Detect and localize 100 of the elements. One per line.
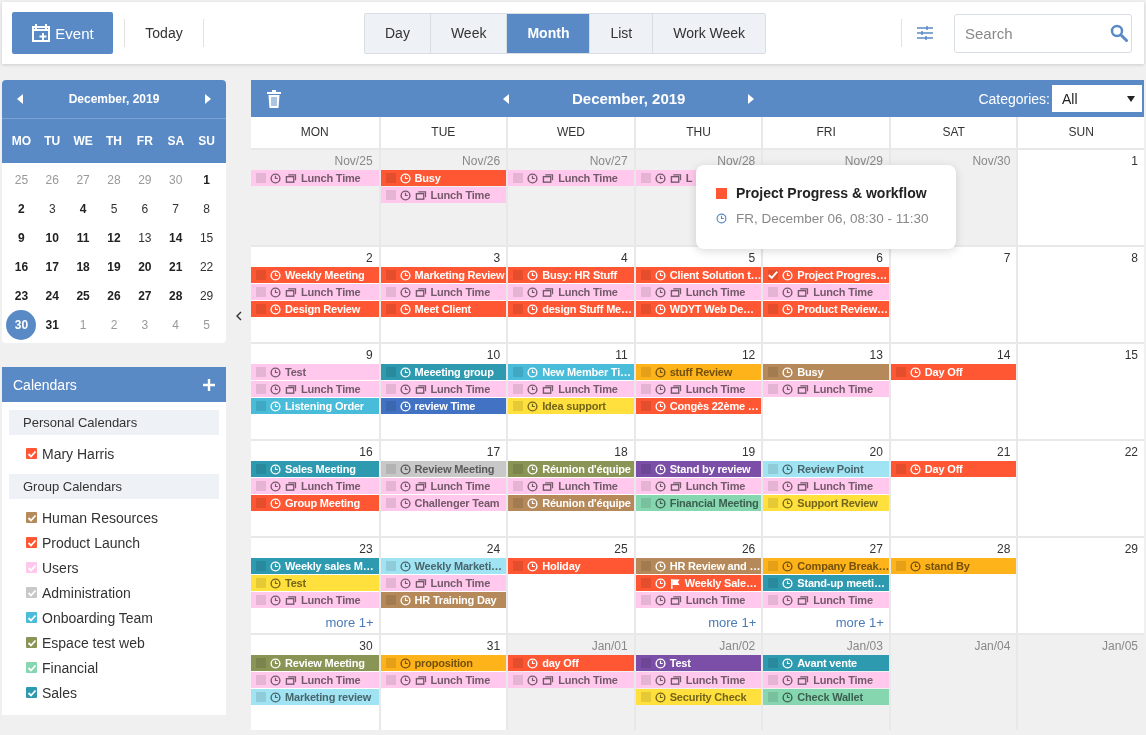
event-bar[interactable]: Stand by review	[635, 461, 762, 477]
day-number[interactable]: 30	[6, 309, 37, 340]
day-number[interactable]: 16	[6, 251, 37, 282]
event-bar[interactable]: Lunch Time	[635, 672, 762, 688]
event-bar[interactable]: Lunch Time	[508, 478, 634, 494]
event-bar[interactable]: Lunch Time	[380, 284, 507, 300]
event-bar[interactable]: Test	[251, 364, 379, 380]
day-number[interactable]: 8	[191, 193, 222, 224]
event-bar[interactable]: Congès 22ème …	[635, 398, 762, 414]
day-number[interactable]: 1	[191, 164, 222, 195]
event-checkbox[interactable]	[513, 384, 524, 394]
event-bar[interactable]: Financial Meeting	[635, 495, 762, 511]
event-checkbox[interactable]	[385, 384, 396, 394]
calendar-checkbox[interactable]	[26, 612, 37, 623]
day-number[interactable]: 10	[37, 222, 68, 253]
event-checkbox[interactable]	[640, 384, 651, 394]
trash-icon[interactable]	[266, 89, 282, 108]
day-number[interactable]: 25	[68, 280, 99, 311]
event-bar[interactable]: Review Point	[763, 461, 889, 477]
event-checkbox[interactable]	[513, 401, 524, 411]
calendar-checkbox[interactable]	[26, 448, 37, 459]
event-checkbox[interactable]	[768, 304, 779, 314]
day-number[interactable]: 13	[129, 222, 160, 253]
event-bar[interactable]: design Stuff Me…	[508, 301, 634, 317]
calendar-checkbox[interactable]	[26, 562, 37, 573]
event-bar[interactable]: Product Review…	[763, 301, 889, 317]
calendar-checkbox[interactable]	[26, 637, 37, 648]
day-number[interactable]: 20	[129, 251, 160, 282]
day-number[interactable]: 1	[68, 309, 99, 340]
event-checkbox[interactable]	[768, 384, 779, 394]
event-checkbox[interactable]	[640, 692, 651, 702]
calendar-checkbox[interactable]	[26, 587, 37, 598]
event-bar[interactable]: Lunch Time	[251, 592, 379, 608]
event-checkbox[interactable]	[895, 561, 906, 571]
day-number[interactable]: 24	[37, 280, 68, 311]
event-bar[interactable]: stand By	[890, 558, 1017, 574]
event-checkbox[interactable]	[256, 481, 266, 491]
event-bar[interactable]: Security Check	[635, 689, 762, 705]
event-checkbox[interactable]	[256, 675, 266, 685]
event-bar[interactable]: Busy	[763, 364, 889, 380]
event-bar[interactable]: Client Solution t…	[635, 267, 762, 283]
event-checkbox[interactable]	[385, 270, 396, 280]
event-bar[interactable]: Lunch Time	[508, 284, 634, 300]
event-bar[interactable]: Listening Order	[251, 398, 379, 414]
event-bar[interactable]: Lunch Time	[380, 381, 507, 397]
event-bar[interactable]: Lunch Time	[763, 672, 889, 688]
search-field[interactable]: Search	[954, 13, 1132, 53]
view-tab[interactable]: Month	[507, 13, 591, 53]
event-checkbox[interactable]	[256, 270, 266, 280]
event-checkbox[interactable]	[385, 578, 396, 588]
day-number[interactable]: 19	[99, 251, 129, 282]
event-bar[interactable]: WDYT Web De…	[635, 301, 762, 317]
day-number[interactable]: 6	[129, 193, 160, 224]
event-bar[interactable]: Lunch Time	[763, 478, 889, 494]
event-bar[interactable]: proposition	[380, 655, 507, 671]
day-number[interactable]: 28	[99, 164, 129, 195]
more-link[interactable]: more 1+	[703, 609, 762, 630]
event-bar[interactable]: Lunch Time	[763, 381, 889, 397]
day-number[interactable]: 30	[160, 164, 191, 195]
event-bar[interactable]: Day Off	[890, 461, 1017, 477]
day-number[interactable]: 5	[191, 309, 222, 340]
event-checkbox[interactable]	[640, 270, 651, 280]
calendar-checkbox[interactable]	[26, 662, 37, 673]
day-number[interactable]: 27	[68, 164, 99, 195]
event-bar[interactable]: Lunch Time	[763, 284, 889, 300]
sliders-icon[interactable]	[916, 25, 934, 41]
event-bar[interactable]: New Member Ti…	[508, 364, 634, 380]
event-bar[interactable]: Lunch Time	[635, 478, 762, 494]
day-number[interactable]: 11	[68, 222, 99, 253]
event-checkbox[interactable]	[640, 481, 651, 491]
event-checkbox[interactable]	[640, 173, 651, 183]
event-bar[interactable]: Weekly Meeting	[251, 267, 379, 283]
event-checkbox[interactable]	[385, 190, 396, 200]
day-number[interactable]: 31	[37, 309, 68, 340]
event-bar[interactable]: HR Review and …	[635, 558, 762, 574]
previous-month-icon[interactable]	[16, 94, 24, 104]
event-bar[interactable]: Lunch Time	[251, 672, 379, 688]
event-bar[interactable]: Stand-up meeti…	[763, 575, 889, 591]
event-bar[interactable]: Lunch Time	[508, 672, 634, 688]
event-bar[interactable]: Support Review	[763, 495, 889, 511]
event-bar[interactable]: Weekly Marketi…	[380, 558, 507, 574]
view-tab[interactable]: Day	[365, 13, 431, 53]
event-checkbox[interactable]	[513, 173, 524, 183]
event-checkbox[interactable]	[385, 173, 396, 183]
day-number[interactable]: 12	[99, 222, 129, 253]
event-checkbox[interactable]	[256, 384, 266, 394]
event-checkbox[interactable]	[768, 270, 779, 280]
day-number[interactable]: 15	[191, 222, 222, 253]
event-bar[interactable]: Lunch Time	[251, 381, 379, 397]
event-bar[interactable]: Lunch Time	[251, 170, 379, 186]
event-checkbox[interactable]	[768, 675, 779, 685]
day-number[interactable]: 22	[191, 251, 222, 282]
event-bar[interactable]: Check Wallet	[763, 689, 889, 705]
event-checkbox[interactable]	[385, 658, 396, 668]
event-checkbox[interactable]	[640, 367, 651, 377]
event-bar[interactable]: Lunch Time	[251, 284, 379, 300]
event-checkbox[interactable]	[640, 595, 651, 605]
event-checkbox[interactable]	[385, 498, 396, 508]
next-month-icon[interactable]	[747, 93, 756, 104]
event-checkbox[interactable]	[640, 675, 651, 685]
